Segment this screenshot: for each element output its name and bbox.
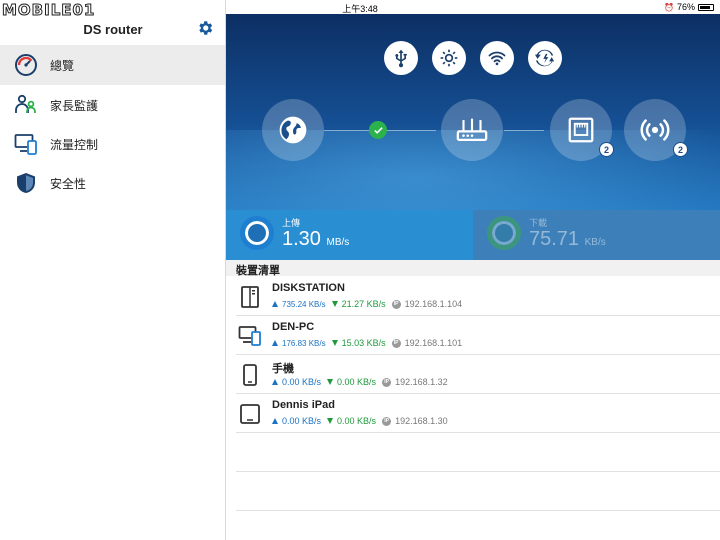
sidebar-item-security[interactable]: 安全性 (0, 163, 225, 203)
router-icon (456, 118, 488, 142)
battery-indicator: ⏰ 76% (664, 2, 714, 12)
list-item[interactable]: Dennis iPad 0.00 KB/s 0.00 KB/s IP 192.16… (236, 394, 720, 433)
network-overview: 2 2 (226, 14, 720, 210)
device-download: 21.27 KB/s (341, 299, 386, 309)
desktop-icon (238, 326, 261, 346)
status-bar: 上午3:48 ⏰ 76% (0, 0, 720, 14)
mobile01-logo: MOBILE01 (1, 1, 96, 20)
brightness-icon[interactable] (432, 41, 466, 75)
device-ip: 192.168.1.30 (395, 416, 448, 426)
list-item[interactable]: DISKSTATION 735.24 KB/s 21.27 KB/s IP 192… (236, 277, 720, 316)
sync-icon[interactable] (528, 41, 562, 75)
device-name: DISKSTATION (272, 282, 345, 294)
device-name: Dennis iPad (272, 399, 335, 411)
family-icon (15, 94, 36, 113)
sidebar-item-label: 家長監護 (50, 98, 99, 113)
download-arrow-icon (331, 301, 338, 307)
ip-icon: IP (391, 299, 401, 309)
battery-icon (698, 3, 714, 11)
download-value: 75.71 KB/s (529, 228, 606, 250)
connected-check-icon (369, 121, 387, 139)
device-stats: 0.00 KB/s 0.00 KB/s IP 192.168.1.32 (272, 377, 448, 387)
download-ring-icon (487, 216, 521, 250)
device-ip: 192.168.1.32 (395, 377, 448, 387)
router-node[interactable] (441, 99, 503, 161)
device-ip: 192.168.1.101 (404, 338, 463, 348)
upload-arrow-icon (272, 301, 278, 307)
wireless-icon (640, 119, 670, 141)
ip-icon: IP (382, 416, 392, 426)
sidebar-item-parental-control[interactable]: 家長監護 (0, 85, 225, 125)
sidebar-item-label: 安全性 (50, 176, 87, 191)
sidebar-item-overview[interactable]: 總覽 (0, 45, 225, 85)
device-name: 手機 (272, 363, 294, 375)
device-download: 0.00 KB/s (337, 416, 377, 426)
ethernet-icon (568, 117, 594, 143)
internet-node[interactable] (262, 99, 324, 161)
upload-value: 1.30 MB/s (282, 228, 350, 250)
tablet-icon (240, 404, 260, 424)
device-ip: 192.168.1.104 (404, 299, 463, 309)
nas-icon (241, 286, 259, 308)
device-upload: 0.00 KB/s (282, 416, 322, 426)
devices-icon (14, 134, 37, 155)
shield-icon (17, 173, 35, 193)
device-list-title: 裝置清單 (236, 265, 280, 277)
download-speed-panel: 下載 75.71 KB/s (473, 210, 720, 260)
download-arrow-icon (331, 340, 338, 346)
download-arrow-icon (327, 379, 334, 385)
list-item[interactable]: 手機 0.00 KB/s 0.00 KB/s IP 192.168.1.32 (236, 355, 720, 394)
device-stats: 735.24 KB/s 21.27 KB/s IP 192.168.1.104 (272, 299, 462, 309)
upload-arrow-icon (272, 418, 278, 424)
device-name: DEN-PC (272, 321, 315, 333)
sidebar-item-label: 總覽 (50, 58, 75, 73)
download-arrow-icon (327, 418, 334, 424)
upload-arrow-icon (272, 379, 278, 385)
device-list-header: 裝置清單 (226, 260, 720, 277)
usb-icon[interactable] (384, 41, 418, 75)
sidebar: DS router 總覽 家長監護 流量控制 安全性 (0, 0, 226, 540)
device-upload: 0.00 KB/s (282, 377, 322, 387)
phone-icon (243, 364, 257, 386)
upload-speed-panel: 上傳 1.30 MB/s (226, 210, 473, 260)
alarm-icon: ⏰ (664, 2, 674, 12)
wifi-icon[interactable] (480, 41, 514, 75)
ip-icon: IP (391, 338, 401, 348)
sidebar-item-label: 流量控制 (50, 137, 99, 152)
empty-row (236, 472, 720, 511)
list-item[interactable]: DEN-PC 176.83 KB/s 15.03 KB/s IP 192.168.… (236, 316, 720, 355)
ip-icon: IP (382, 377, 392, 387)
router-link-line (504, 130, 544, 131)
device-download: 0.00 KB/s (337, 377, 377, 387)
device-upload: 176.83 KB/s (282, 338, 326, 348)
device-upload: 735.24 KB/s (282, 299, 326, 309)
gauge-icon (15, 54, 37, 76)
device-stats: 176.83 KB/s 15.03 KB/s IP 192.168.1.101 (272, 338, 462, 348)
device-stats: 0.00 KB/s 0.00 KB/s IP 192.168.1.30 (272, 416, 448, 426)
device-download: 15.03 KB/s (341, 338, 386, 348)
battery-percent: 76% (676, 2, 695, 12)
upload-arrow-icon (272, 340, 278, 346)
upload-ring-icon (240, 216, 274, 250)
gear-icon[interactable] (196, 19, 214, 37)
globe-icon (279, 116, 307, 144)
app-title: DS router (83, 22, 143, 37)
wired-count-badge: 2 (599, 142, 614, 157)
wireless-clients-node[interactable]: 2 (624, 99, 688, 161)
wired-clients-node[interactable]: 2 (550, 99, 614, 161)
wireless-count-badge: 2 (673, 142, 688, 157)
empty-row (236, 433, 720, 472)
sidebar-item-traffic-control[interactable]: 流量控制 (0, 124, 225, 164)
